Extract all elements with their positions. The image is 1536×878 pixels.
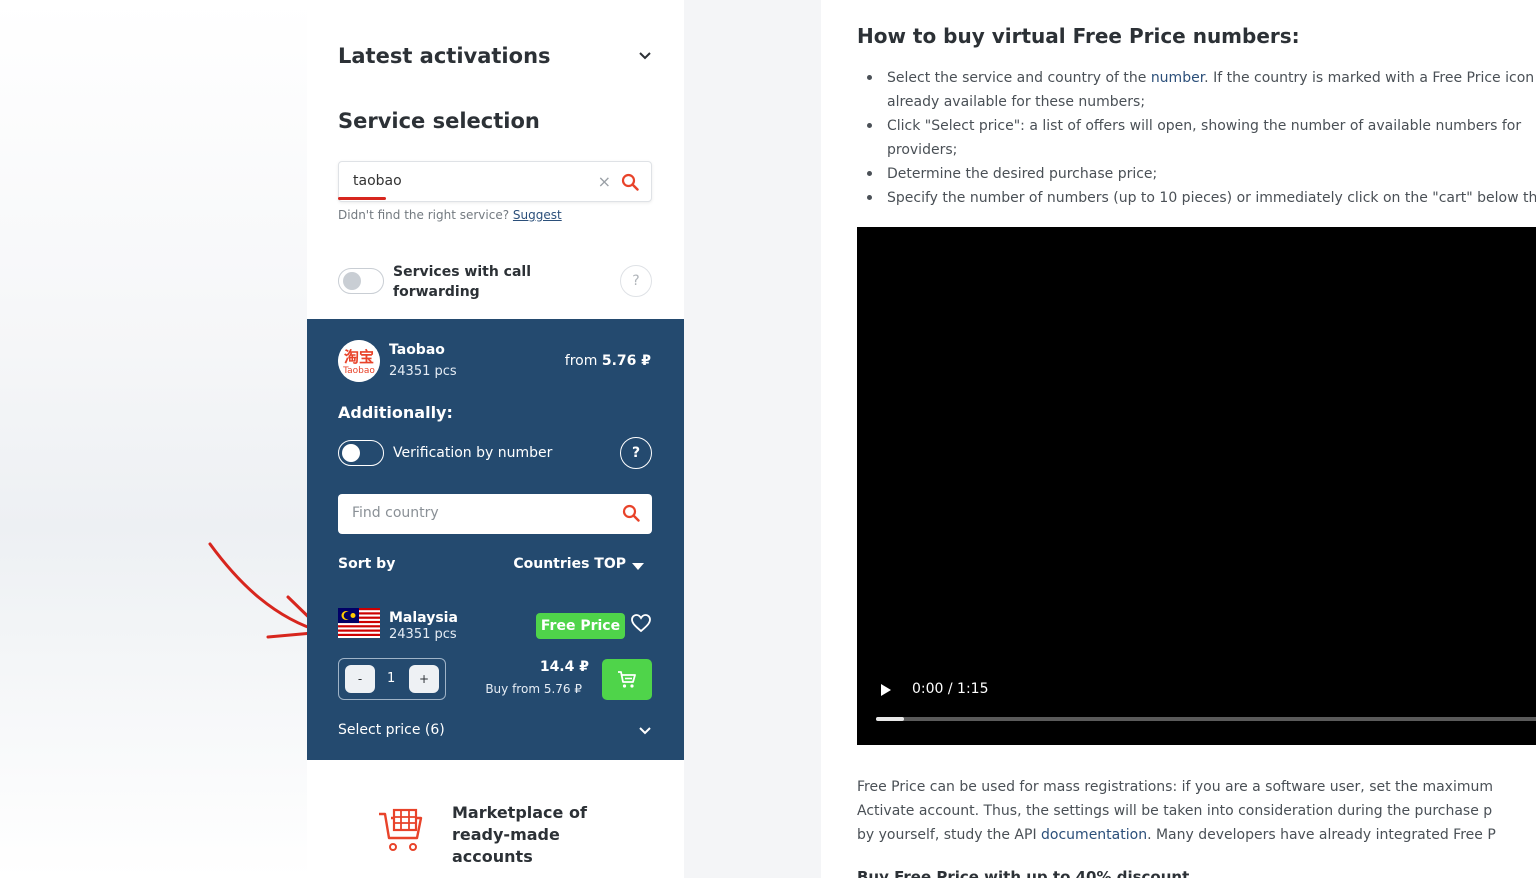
decrement-button[interactable]: - xyxy=(345,665,375,693)
list-item: Specify the number of numbers (up to 10 … xyxy=(857,186,1536,210)
video-player[interactable]: 0:00 / 1:15 xyxy=(857,227,1536,745)
list-item-text: . If the country is marked with a Free P… xyxy=(1204,70,1535,86)
svg-text:Taobao: Taobao xyxy=(342,366,375,376)
price-value: 5.76 ₽ xyxy=(601,353,651,369)
verification-label: Verification by number xyxy=(393,445,553,461)
instructions-list: Select the service and country of the nu… xyxy=(857,66,1536,210)
video-progress-bar[interactable] xyxy=(876,717,1536,721)
call-forwarding-toggle[interactable] xyxy=(338,268,384,294)
paragraph-line: Activate account. Thus, the settings wil… xyxy=(857,803,1493,819)
clear-search-icon[interactable]: × xyxy=(598,172,611,191)
svg-text:淘宝: 淘宝 xyxy=(343,348,374,366)
service-panel: Latest activations Service selection tao… xyxy=(307,0,684,878)
sort-dropdown[interactable]: Countries TOP xyxy=(513,556,626,572)
country-search-input[interactable]: Find country xyxy=(338,494,652,534)
search-input-value[interactable]: taobao xyxy=(353,173,402,189)
taobao-logo: 淘宝 Taobao xyxy=(338,340,380,382)
chevron-down-icon[interactable] xyxy=(638,49,652,63)
additionally-heading: Additionally: xyxy=(338,403,453,422)
suggest-link[interactable]: Suggest xyxy=(513,208,562,222)
buy-price: 14.4 ₽ xyxy=(539,659,589,675)
buy-from-price: Buy from 5.76 ₽ xyxy=(485,682,582,696)
number-link[interactable]: number xyxy=(1151,70,1204,86)
toggle-knob xyxy=(343,272,361,290)
country-name: Malaysia xyxy=(389,610,458,626)
how-to-heading: How to buy virtual Free Price numbers: xyxy=(857,24,1300,48)
service-name: Taobao xyxy=(389,342,445,358)
service-selection-title: Service selection xyxy=(338,109,540,133)
free-price-paragraph: Free Price can be used for mass registra… xyxy=(857,775,1536,847)
verification-toggle[interactable] xyxy=(338,440,384,466)
verification-help-icon[interactable]: ? xyxy=(620,437,652,469)
list-item-continuation: already available for these numbers; xyxy=(887,94,1146,110)
main-content: How to buy virtual Free Price numbers: S… xyxy=(821,0,1536,878)
paragraph-line: by yourself, study the API documentation… xyxy=(857,823,1536,847)
add-to-cart-button[interactable] xyxy=(602,659,652,700)
marketplace-cart-icon xyxy=(379,808,423,851)
service-search-input[interactable]: taobao × xyxy=(338,161,652,202)
annotation-underline xyxy=(338,197,386,200)
price-prefix: from xyxy=(564,353,598,369)
list-item-continuation: providers; xyxy=(887,142,958,158)
toggle-knob xyxy=(342,443,360,462)
discount-heading: Buy Free Price with up to 40% discount xyxy=(857,868,1190,878)
chevron-down-icon[interactable] xyxy=(638,724,652,738)
quantity-value[interactable]: 1 xyxy=(387,671,395,686)
video-time: 0:00 / 1:15 xyxy=(912,681,989,697)
paragraph-text: by yourself, study the API xyxy=(857,827,1042,843)
quantity-stepper: - 1 + xyxy=(338,658,446,700)
country-count: 24351 pcs xyxy=(389,627,457,642)
cart-icon xyxy=(618,671,636,688)
increment-button[interactable]: + xyxy=(409,665,439,693)
selected-service-card: 淘宝 Taobao Taobao 24351 pcs from 5.76 ₽ A… xyxy=(307,319,684,760)
marketplace-link[interactable]: Marketplace of ready-made accounts xyxy=(452,802,632,868)
list-item: Determine the desired purchase price; xyxy=(857,162,1536,186)
service-price: from 5.76 ₽ xyxy=(565,353,651,369)
call-forwarding-help-icon[interactable]: ? xyxy=(620,265,652,297)
sort-by-label: Sort by xyxy=(338,556,396,572)
suggest-hint-text: Didn't find the right service? xyxy=(338,208,510,222)
select-price-toggle[interactable]: Select price (6) xyxy=(338,722,445,738)
documentation-link[interactable]: documentation xyxy=(1041,827,1147,843)
favorite-heart-icon[interactable] xyxy=(631,614,651,633)
search-icon[interactable] xyxy=(622,504,640,522)
caret-down-icon[interactable] xyxy=(632,563,644,570)
paragraph-line: Free Price can be used for mass registra… xyxy=(857,779,1494,795)
call-forwarding-label: Services with call forwarding xyxy=(393,264,532,300)
page-gutter xyxy=(684,0,821,878)
page-background-left xyxy=(0,0,307,878)
free-price-badge[interactable]: Free Price xyxy=(536,613,625,639)
latest-activations-title[interactable]: Latest activations xyxy=(338,44,551,68)
play-icon[interactable] xyxy=(879,682,893,698)
malaysia-flag-icon xyxy=(338,608,380,638)
service-count: 24351 pcs xyxy=(389,364,457,379)
list-item-text: Select the service and country of the xyxy=(887,70,1151,86)
video-progress-fill xyxy=(876,717,904,721)
suggest-hint: Didn't find the right service? Suggest xyxy=(338,208,562,222)
search-icon[interactable] xyxy=(621,173,639,191)
paragraph-text: . Many developers have already integrate… xyxy=(1147,827,1496,843)
country-search-placeholder[interactable]: Find country xyxy=(352,505,439,521)
list-item: Click "Select price": a list of offers w… xyxy=(857,114,1536,138)
list-item: Select the service and country of the nu… xyxy=(857,66,1536,90)
